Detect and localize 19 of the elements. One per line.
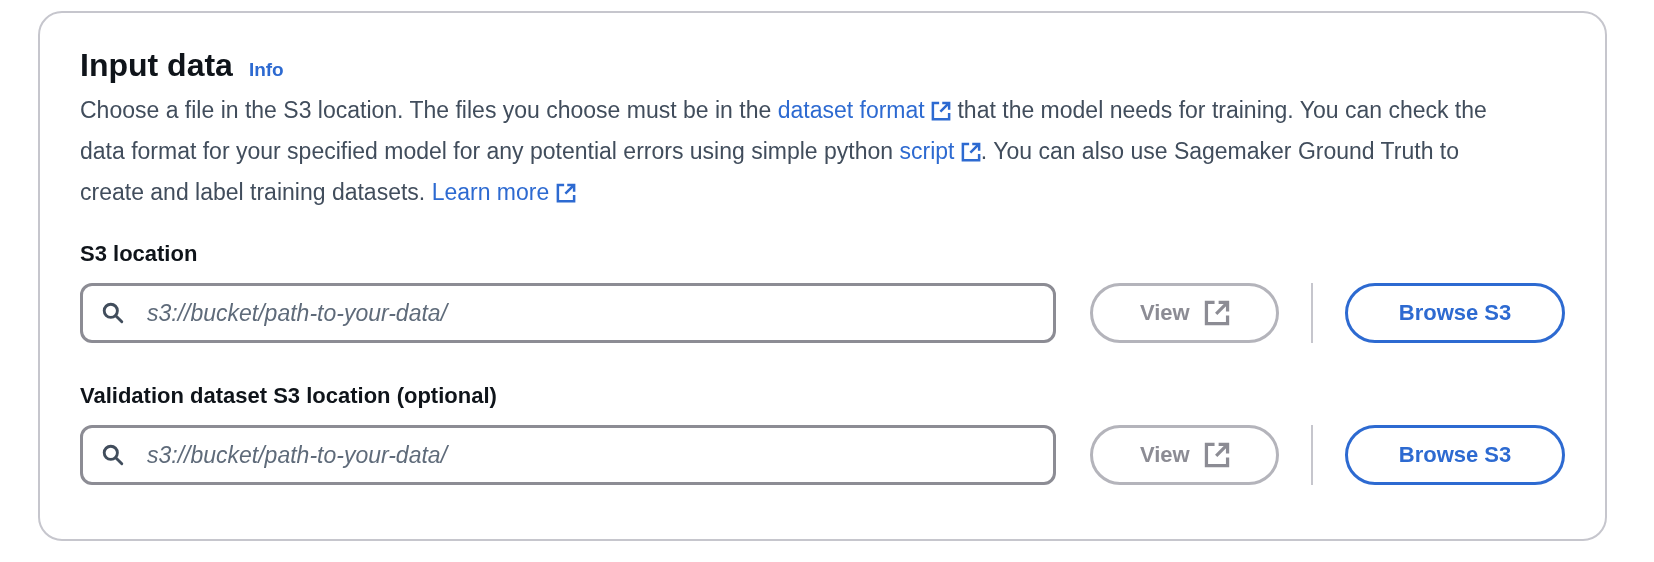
field-label: S3 location [80, 241, 198, 267]
help-link[interactable]: script [899, 138, 981, 164]
description-text: Choose a file in the S3 location. The files you choose must be in the dataset format that the model needs for training. You can check the data format for your specified model for any potential errors using simple python script . You can also use Sagemaker Ground Truth to create and label training datasets. Learn more [80, 96, 1488, 207]
search-icon [102, 444, 124, 466]
external-link-icon [931, 101, 952, 121]
browse-button[interactable]: Browse S3 [1345, 283, 1565, 343]
search-field[interactable]: s3://bucket/path-to-your-data/ [80, 425, 1057, 485]
external-link-icon [1203, 300, 1230, 326]
search-icon [102, 302, 124, 324]
info-link[interactable]: Info [248, 59, 284, 81]
external-link-icon [555, 183, 576, 203]
external-link-icon [960, 142, 981, 162]
field-label: Validation dataset S3 location (optional) [80, 383, 497, 409]
search-field[interactable]: s3://bucket/path-to-your-data/ [80, 283, 1057, 343]
help-link[interactable]: Learn more [431, 179, 576, 205]
external-link-icon [1203, 442, 1230, 468]
browse-button[interactable]: Browse S3 [1345, 425, 1565, 485]
section-title: Input data [80, 47, 233, 84]
help-link[interactable]: dataset format [777, 97, 952, 123]
